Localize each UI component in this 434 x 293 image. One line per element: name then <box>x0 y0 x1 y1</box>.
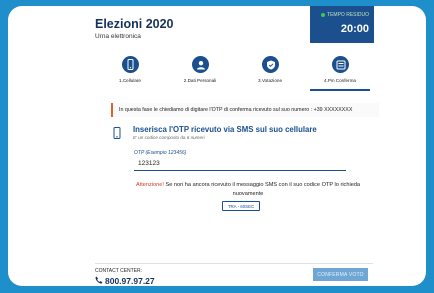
step-cellulare: 1.Cellulare <box>95 56 165 94</box>
user-icon <box>192 56 209 73</box>
sms-instructions: Inserisca l'OTP ricevuto via SMS sul suo… <box>113 124 373 146</box>
warning-text: Se non ha ancora ricevuto il messaggio S… <box>163 182 361 197</box>
confirm-vote-button[interactable]: CONFERMA VOTO <box>313 268 368 281</box>
step-dati-personali: 2.Dati Personali <box>165 56 235 94</box>
app-title: Elezioni 2020 <box>95 17 174 31</box>
timer-label-text: TEMPO RESIDUO <box>327 12 369 18</box>
sms-title: Inserisca l'OTP ricevuto via SMS sul suo… <box>133 125 317 134</box>
app-subtitle: Urna elettronica <box>95 33 141 40</box>
otp-input[interactable] <box>134 157 346 171</box>
app-frame: Elezioni 2020 Urna elettronica TEMPO RES… <box>8 6 426 286</box>
mobile-phone-icon <box>113 126 121 144</box>
shield-check-icon <box>262 56 279 73</box>
step-label: 3.Votazione <box>257 78 282 83</box>
contact-label: CONTACT CENTER: <box>95 268 143 274</box>
step-label: 4.Pin Conferma <box>324 78 356 83</box>
contact-phone: 800.97.97.27 <box>95 276 155 286</box>
step-pin-conferma: 4.Pin Conferma <box>305 56 375 94</box>
active-step-indicator <box>310 89 370 91</box>
sms-subtitle: E' un codice composto da 6 numeri <box>133 135 205 140</box>
step-votazione: 3.Votazione <box>235 56 305 94</box>
warning-strong: Attenzione! <box>135 182 164 188</box>
stepper: 1.Cellulare 2.Dati Personali 3.Votazione… <box>95 56 373 94</box>
status-dot-icon <box>321 13 326 17</box>
phone-icon <box>95 276 103 286</box>
mobile-phone-icon <box>122 56 139 73</box>
keypad-icon <box>332 56 349 73</box>
step-label: 1.Cellulare <box>119 78 141 83</box>
resend-otp-button[interactable]: TRA - 60SEC <box>222 201 260 211</box>
header: Elezioni 2020 Urna elettronica TEMPO RES… <box>8 6 426 48</box>
otp-label: OTP (Esempio 123456) <box>134 150 187 156</box>
warning-message: Attenzione! Se non ha ancora ricevuto il… <box>121 181 375 199</box>
timer-label: TEMPO RESIDUO <box>321 12 369 18</box>
timer-box: TEMPO RESIDUO 20:00 <box>310 6 374 43</box>
contact-phone-number: 800.97.97.27 <box>105 276 155 286</box>
timer-value: 20:00 <box>340 23 369 35</box>
footer-divider <box>95 263 373 264</box>
step-label: 2.Dati Personali <box>183 78 217 83</box>
info-message: In questa fase le chiediamo di digitare … <box>111 103 379 117</box>
